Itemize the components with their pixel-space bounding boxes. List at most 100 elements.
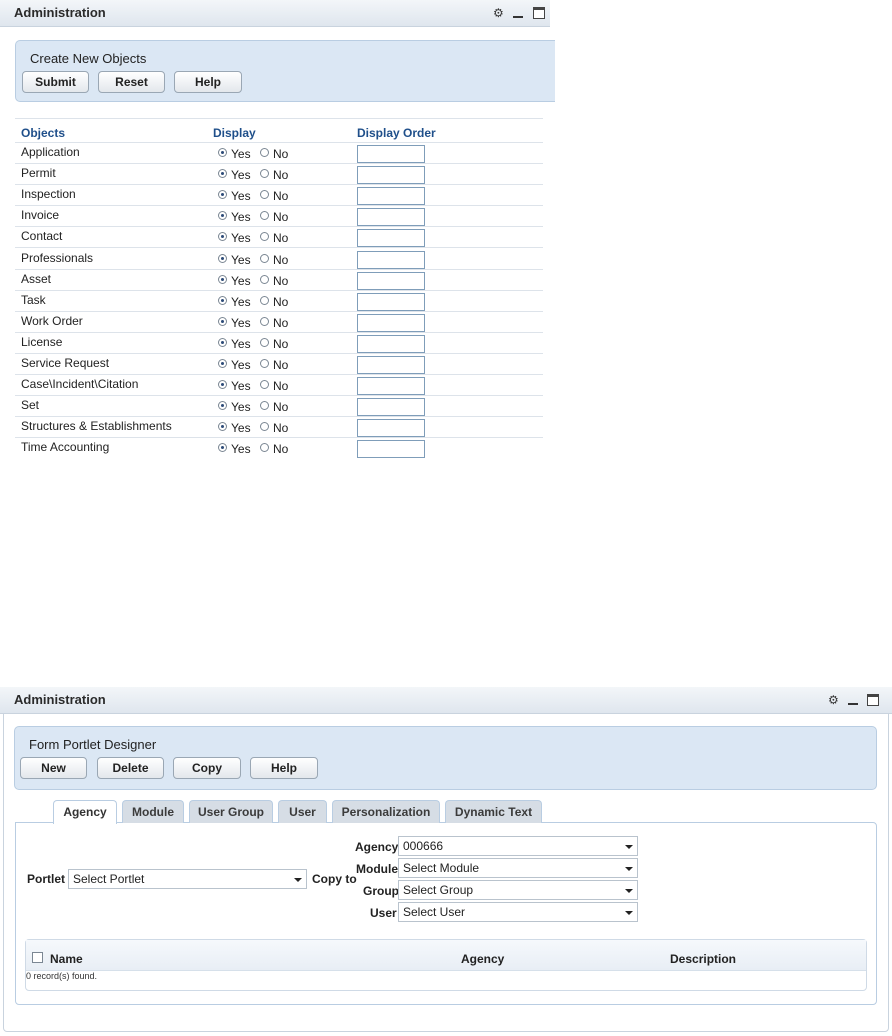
display-yes-radio[interactable] bbox=[218, 337, 227, 347]
display-order-input[interactable] bbox=[357, 292, 425, 311]
radio-no-label: No bbox=[273, 231, 289, 246]
agency-select-value: 000666 bbox=[403, 839, 444, 853]
object-name: Inspection bbox=[21, 187, 76, 202]
minimize-icon[interactable] bbox=[847, 694, 859, 706]
help-button[interactable]: Help bbox=[250, 757, 318, 779]
display-order-input[interactable] bbox=[357, 419, 425, 438]
column-description[interactable]: Description bbox=[670, 952, 736, 966]
display-order-input[interactable] bbox=[357, 334, 425, 353]
copy-button[interactable]: Copy bbox=[173, 757, 241, 779]
display-order-input[interactable] bbox=[357, 440, 425, 459]
display-order-input[interactable] bbox=[357, 250, 425, 269]
maximize-icon[interactable] bbox=[867, 694, 879, 706]
tab-user-group[interactable]: User Group bbox=[189, 800, 273, 823]
chevron-down-icon bbox=[625, 889, 633, 893]
submit-button[interactable]: Submit bbox=[22, 71, 89, 93]
display-order-input[interactable] bbox=[357, 166, 425, 185]
maximize-icon[interactable] bbox=[533, 7, 545, 19]
module-select[interactable]: Select Module bbox=[398, 858, 638, 878]
config-icon[interactable]: ⚙ bbox=[828, 694, 840, 706]
portlet-title: Administration bbox=[14, 692, 106, 707]
display-order-input[interactable] bbox=[357, 377, 425, 396]
display-yes-radio[interactable] bbox=[218, 316, 227, 326]
display-yes-radio[interactable] bbox=[218, 443, 227, 453]
portlet-select[interactable]: Select Portlet bbox=[68, 869, 307, 889]
display-yes-radio[interactable] bbox=[218, 401, 227, 411]
display-no-radio[interactable] bbox=[260, 169, 269, 179]
table-row: License Yes No bbox=[15, 333, 543, 354]
object-name: Case\Incident\Citation bbox=[21, 377, 139, 392]
column-objects: Objects bbox=[21, 126, 66, 140]
tab-user[interactable]: User bbox=[278, 800, 327, 823]
user-select[interactable]: Select User bbox=[398, 902, 638, 922]
display-no-radio[interactable] bbox=[260, 190, 269, 200]
display-yes-radio[interactable] bbox=[218, 380, 227, 390]
display-yes-radio[interactable] bbox=[218, 148, 227, 157]
radio-yes-label: Yes bbox=[231, 189, 251, 204]
radio-no-label: No bbox=[273, 294, 289, 309]
tab-module[interactable]: Module bbox=[122, 800, 184, 823]
radio-no-label: No bbox=[273, 358, 289, 372]
display-yes-radio[interactable] bbox=[218, 190, 227, 200]
select-all-checkbox[interactable] bbox=[32, 952, 43, 963]
records-count: 0 record(s) found. bbox=[26, 971, 98, 981]
display-no-radio[interactable] bbox=[260, 148, 269, 157]
reset-button[interactable]: Reset bbox=[98, 71, 165, 93]
display-order-input[interactable] bbox=[357, 271, 425, 290]
table-row: Service Request Yes No bbox=[15, 354, 543, 375]
display-order-input[interactable] bbox=[357, 356, 425, 374]
display-order-input[interactable] bbox=[357, 208, 425, 227]
tab-agency[interactable]: Agency bbox=[53, 800, 117, 824]
display-no-radio[interactable] bbox=[260, 232, 269, 242]
object-name: Time Accounting bbox=[21, 440, 110, 455]
display-no-radio[interactable] bbox=[260, 401, 269, 411]
display-no-radio[interactable] bbox=[260, 380, 269, 390]
display-yes-radio[interactable] bbox=[218, 274, 227, 284]
display-yes-radio[interactable] bbox=[218, 169, 227, 179]
new-button[interactable]: New bbox=[20, 757, 87, 779]
display-yes-radio[interactable] bbox=[218, 295, 227, 305]
radio-yes-label: Yes bbox=[231, 168, 251, 183]
display-no-radio[interactable] bbox=[260, 422, 269, 432]
display-no-radio[interactable] bbox=[260, 443, 269, 453]
object-name: Contact bbox=[21, 229, 63, 244]
table-row: Invoice Yes No bbox=[15, 206, 543, 228]
display-order-input[interactable] bbox=[357, 187, 425, 206]
table-row: Task Yes No bbox=[15, 291, 543, 312]
agency-select[interactable]: 000666 bbox=[398, 836, 638, 856]
display-order-input[interactable] bbox=[357, 313, 425, 332]
tab-personalization[interactable]: Personalization bbox=[332, 800, 440, 823]
display-yes-radio[interactable] bbox=[218, 211, 227, 221]
tab-dynamic-text[interactable]: Dynamic Text bbox=[445, 800, 542, 823]
object-name: Work Order bbox=[21, 313, 83, 328]
display-no-radio[interactable] bbox=[260, 274, 269, 284]
table-row: Work Order Yes No bbox=[15, 312, 543, 333]
display-no-radio[interactable] bbox=[260, 253, 269, 263]
object-name: Structures & Establishments bbox=[21, 419, 172, 434]
radio-yes-label: Yes bbox=[231, 336, 251, 351]
spacer bbox=[0, 458, 892, 688]
radio-no-label: No bbox=[273, 189, 289, 204]
display-no-radio[interactable] bbox=[260, 295, 269, 305]
display-no-radio[interactable] bbox=[260, 337, 269, 347]
display-order-input[interactable] bbox=[357, 398, 425, 417]
display-order-input[interactable] bbox=[357, 145, 425, 163]
minimize-icon[interactable] bbox=[512, 7, 524, 19]
display-yes-radio[interactable] bbox=[218, 422, 227, 432]
radio-yes-label: Yes bbox=[231, 273, 251, 288]
display-yes-radio[interactable] bbox=[218, 232, 227, 242]
column-name[interactable]: Name bbox=[50, 952, 83, 966]
group-select-value: Select Group bbox=[403, 883, 474, 897]
display-yes-radio[interactable] bbox=[218, 359, 227, 368]
config-icon[interactable]: ⚙ bbox=[493, 7, 505, 19]
user-select-value: Select User bbox=[403, 905, 466, 919]
group-select[interactable]: Select Group bbox=[398, 880, 638, 900]
display-no-radio[interactable] bbox=[260, 316, 269, 326]
display-no-radio[interactable] bbox=[260, 359, 269, 368]
display-no-radio[interactable] bbox=[260, 211, 269, 221]
help-button[interactable]: Help bbox=[174, 71, 242, 93]
delete-button[interactable]: Delete bbox=[97, 757, 164, 779]
column-agency[interactable]: Agency bbox=[461, 952, 504, 966]
display-yes-radio[interactable] bbox=[218, 253, 227, 263]
display-order-input[interactable] bbox=[357, 229, 425, 248]
